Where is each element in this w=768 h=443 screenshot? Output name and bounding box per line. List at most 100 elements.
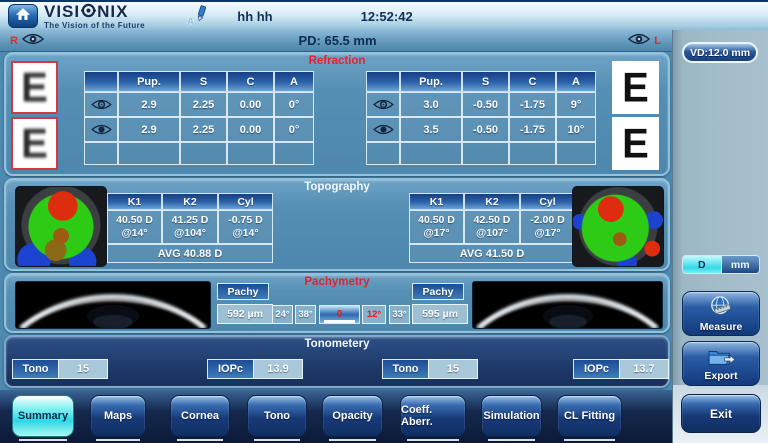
pachy-label: Pachy	[217, 283, 269, 300]
export-folder-icon	[706, 346, 736, 373]
visionix-summary-screen: VISI NIX The Vision of the Future A	[0, 0, 768, 443]
value-cell: 0.00	[227, 92, 274, 117]
tab-tono[interactable]: Tono	[247, 395, 307, 437]
exit-button[interactable]: Exit	[681, 394, 761, 433]
col-c: C	[227, 71, 274, 92]
logo-text-left: VISI	[44, 3, 80, 20]
col-corner	[366, 71, 400, 92]
k1-value: 40.50 D @17°	[409, 210, 464, 244]
col-c: C	[509, 71, 556, 92]
k2-value: 41.25 D @104°	[162, 210, 218, 244]
col-pup: Pup.	[400, 71, 462, 92]
refraction-title: Refraction	[6, 55, 668, 67]
brand-logo: VISI NIX The Vision of the Future	[44, 3, 145, 30]
target-icon	[81, 3, 96, 21]
pd-label: PD:	[298, 33, 320, 48]
tono-readout-right-eye: Tono 15	[12, 359, 108, 379]
pachy-position-slider[interactable]: 0	[319, 305, 360, 324]
col-s: S	[180, 71, 227, 92]
tab-cornea[interactable]: Cornea	[170, 395, 230, 437]
value-cell: 10°	[556, 117, 596, 142]
pachy-label: Pachy	[412, 283, 464, 300]
left-eye-acuity-charts: E E	[612, 61, 659, 170]
col-cyl: Cyl	[218, 193, 273, 210]
tab-simulation[interactable]: Simulation	[481, 395, 542, 437]
bottom-tab-bar: Summary Maps Cornea Tono Opacity Coeff. …	[0, 390, 672, 443]
home-icon	[15, 7, 31, 26]
cyl-value: -0.75 D @14°	[218, 210, 273, 244]
col-k1: K1	[107, 193, 162, 210]
acuity-chart-blurred-bottom: E	[11, 117, 58, 170]
value-cell: 2.9	[118, 92, 180, 117]
unit-toggle-mm[interactable]: mm	[721, 256, 760, 273]
angle-tile-4: 33°	[389, 305, 410, 324]
tab-summary[interactable]: Summary	[12, 395, 74, 437]
value-cell: -1.75	[509, 92, 556, 117]
export-label: Export	[704, 370, 737, 382]
tono-readout-left-eye: Tono 15	[382, 359, 478, 379]
value-cell: 0.00	[227, 117, 274, 142]
measure-globe-icon	[708, 295, 734, 324]
vd-button[interactable]: VD:12.0 mm	[682, 42, 758, 63]
title-bar: VISI NIX The Vision of the Future A	[0, 0, 768, 30]
pachy-value: 595 µm	[412, 304, 468, 324]
tono-label: Tono	[12, 359, 58, 379]
scheimpflug-image-right-eye[interactable]	[15, 281, 211, 329]
topography-map-left-eye[interactable]	[572, 186, 664, 267]
k1-value: 40.50 D @14°	[107, 210, 162, 244]
col-k1: K1	[409, 193, 464, 210]
right-sidebar: VD:12.0 mm D mm Measure	[672, 30, 768, 443]
cyl-value: -2.00 D @17°	[520, 210, 575, 244]
pd-value: 65.5 mm	[324, 33, 376, 48]
refraction-table-left-eye: Pup. S C A 3.0 -0.50 -1.75 9° 3	[366, 71, 596, 165]
tab-cl-fitting[interactable]: CL Fitting	[557, 395, 622, 437]
k2-value: 42.50 D @107°	[464, 210, 520, 244]
measure-label: Measure	[700, 321, 743, 333]
unit-toggle-diopter[interactable]: D	[683, 256, 721, 273]
value-cell: 0°	[274, 92, 314, 117]
acuity-chart-sharp-top: E	[612, 61, 659, 114]
acuity-chart-sharp-bottom: E	[612, 117, 659, 170]
tono-value: 15	[428, 359, 478, 379]
edit-patient-button[interactable]: A	[187, 5, 209, 28]
edit-badge: A	[187, 17, 194, 28]
avg-k-value: AVG 40.88 D	[107, 244, 273, 263]
keratometry-table-right-eye: K1 K2 Cyl 40.50 D @14° 41.25 D @104° -0.…	[107, 193, 273, 263]
value-cell: 3.5	[400, 117, 462, 142]
tono-label: Tono	[382, 359, 428, 379]
brand-tagline: The Vision of the Future	[44, 22, 145, 30]
avg-k-value: AVG 41.50 D	[409, 244, 575, 263]
col-corner	[84, 71, 118, 92]
tab-coeff-aberr[interactable]: Coeff. Aberr.	[400, 395, 466, 437]
home-button[interactable]	[8, 4, 38, 28]
col-a: A	[274, 71, 314, 92]
pachy-value: 592 µm	[217, 304, 273, 324]
acuity-chart-blurred-top: E	[11, 61, 58, 114]
pencil-icon	[194, 5, 209, 28]
iopc-value: 13.7	[619, 359, 669, 379]
tonometry-section: Tonometery Tono 15 IOPc 13.9 Tono 15 IOP…	[4, 335, 670, 388]
iopc-value: 13.9	[253, 359, 303, 379]
angle-tile-3: 12°	[362, 305, 386, 324]
tab-opacity[interactable]: Opacity	[322, 395, 383, 437]
col-k2: K2	[464, 193, 520, 210]
value-cell: 9°	[556, 92, 596, 117]
iopc-label: IOPc	[207, 359, 253, 379]
scheimpflug-image-left-eye[interactable]	[472, 281, 663, 329]
col-k2: K2	[162, 193, 218, 210]
pd-readout: PD: 65.5 mm	[0, 33, 675, 48]
pd-bar: R PD: 65.5 mm L	[0, 30, 675, 52]
mesopic-eye-icon	[84, 117, 118, 142]
measure-button[interactable]: Measure	[682, 291, 760, 336]
tab-maps[interactable]: Maps	[90, 395, 146, 437]
refraction-section: Refraction E E Pup. S C A 2.9 2.25 0.00 …	[4, 52, 670, 176]
col-a: A	[556, 71, 596, 92]
clock: 12:52:42	[361, 9, 413, 24]
value-cell: -1.75	[509, 117, 556, 142]
iopc-readout-left-eye: IOPc 13.7	[573, 359, 669, 379]
export-button[interactable]: Export	[682, 341, 760, 386]
topography-map-right-eye[interactable]	[15, 186, 107, 267]
iopc-label: IOPc	[573, 359, 619, 379]
value-cell: 2.25	[180, 117, 227, 142]
value-cell: 3.0	[400, 92, 462, 117]
